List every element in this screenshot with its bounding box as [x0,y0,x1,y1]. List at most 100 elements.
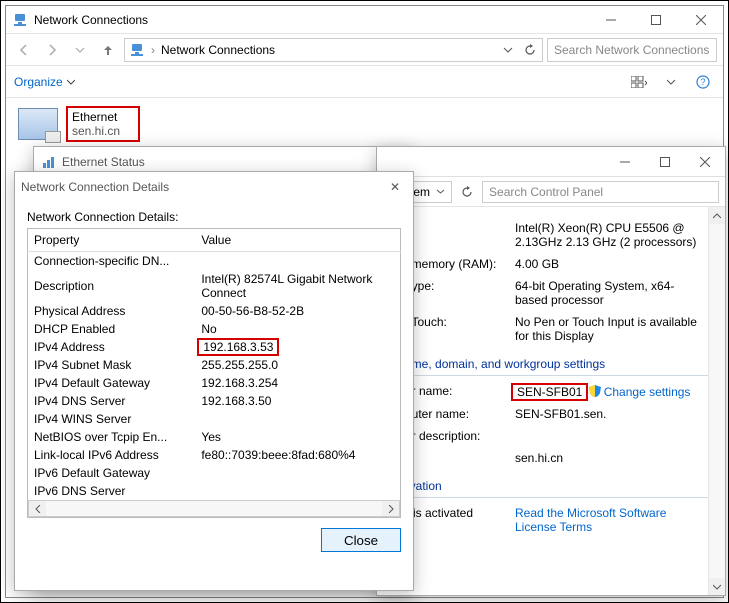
property-cell: Connection-specific DN... [28,252,196,271]
info-value: 4.00 GB [511,253,711,275]
value-cell: Yes [195,428,400,446]
value-cell: No [195,320,400,338]
value-cell: 192.168.3.254 [195,374,400,392]
value-cell [195,464,400,482]
command-bar: Organize ? [6,66,723,98]
sys-maximize-button[interactable] [645,148,685,176]
info-value: SEN-SFB01 Change settings [511,380,711,403]
property-cell: IPv4 WINS Server [28,410,196,428]
details-close-button[interactable]: Close [321,528,401,552]
details-row[interactable]: DHCP EnabledNo [28,320,401,338]
adapter-ethernet[interactable]: Ethernet sen.hi.cn [16,104,142,144]
details-window: Network Connection Details ✕ Network Con… [14,171,414,591]
property-cell: Physical Address [28,302,196,320]
value-cell: fe80::7039:beee:8fad:680%4 [195,446,400,464]
details-list-label: Network Connection Details: [27,210,401,224]
scroll-right[interactable] [382,501,399,516]
info-value: SEN-SFB01.sen. [511,403,711,425]
back-button[interactable] [12,38,36,62]
value-cell: 192.168.3.53 [195,338,400,356]
details-row[interactable]: IPv6 Default Gateway [28,464,401,482]
details-row[interactable]: IPv6 DNS Server [28,482,401,500]
recent-dropdown[interactable] [68,38,92,62]
adapter-domain: sen.hi.cn [72,124,120,138]
sys-refresh-button[interactable] [456,181,478,203]
activation-table: ws is activated Read the Microsoft Softw… [391,502,711,538]
minimize-button[interactable] [588,6,633,34]
info-value: 64-bit Operating System, x64-based proce… [511,275,711,311]
details-row[interactable]: Connection-specific DN... [28,252,401,271]
scroll-down[interactable] [709,578,725,595]
value-cell: 00-50-56-B8-52-2B [195,302,400,320]
system-info-table: sor:Intel(R) Xeon(R) CPU E5506 @ 2.13GHz… [391,217,711,347]
search-input[interactable]: Search Network Connections [547,38,717,62]
details-row[interactable]: Physical Address00-50-56-B8-52-2B [28,302,401,320]
network-icon [40,154,56,170]
value-cell [195,482,400,500]
window-title: Network Connections [34,13,588,27]
network-icon [129,42,145,58]
details-row[interactable]: DescriptionIntel(R) 82574L Gigabit Netwo… [28,270,401,302]
details-row[interactable]: IPv4 Address192.168.3.53 [28,338,401,356]
maximize-button[interactable] [633,6,678,34]
details-hscroll[interactable] [28,500,400,517]
refresh-button[interactable] [522,44,538,56]
group-activation: activation [391,469,711,498]
organize-button[interactable]: Organize [14,75,75,89]
info-value: No Pen or Touch Input is available for t… [511,311,711,347]
chevron-down-icon [67,78,75,86]
close-button[interactable] [678,6,723,34]
property-cell: IPv4 DNS Server [28,392,196,410]
sys-addr-dropdown[interactable] [436,185,445,199]
search-placeholder: Search Network Connections [554,43,709,57]
col-value[interactable]: Value [195,229,400,252]
forward-button[interactable] [40,38,64,62]
up-button[interactable] [96,38,120,62]
value-cell [195,410,400,428]
info-value [511,425,711,447]
adapter-name: Ethernet [72,110,120,124]
value-cell: 192.168.3.50 [195,392,400,410]
sys-scrollbar[interactable] [708,207,725,595]
change-settings-link[interactable]: Change settings [604,385,691,399]
view-options-button[interactable] [627,70,651,94]
details-row[interactable]: IPv4 DNS Server192.168.3.50 [28,392,401,410]
computer-name-table: uter name:SEN-SFB01 Change settingsmpute… [391,380,711,469]
help-button[interactable]: ? [691,70,715,94]
sys-minimize-button[interactable] [605,148,645,176]
property-cell: IPv6 Default Gateway [28,464,196,482]
details-row[interactable]: IPv4 WINS Server [28,410,401,428]
value-cell [195,252,400,271]
address-text: Network Connections [161,43,275,57]
scroll-up[interactable] [709,207,725,224]
explorer-nav: › Network Connections Search Network Con… [6,34,723,66]
value-cell: Intel(R) 82574L Gigabit Network Connect [195,270,400,302]
details-close-x[interactable]: ✕ [383,180,407,194]
details-row[interactable]: IPv4 Subnet Mask255.255.255.0 [28,356,401,374]
preview-pane-split[interactable] [659,70,683,94]
property-cell: DHCP Enabled [28,320,196,338]
details-title: Network Connection Details [21,180,377,194]
scroll-left[interactable] [29,501,46,516]
details-row[interactable]: NetBIOS over Tcpip En...Yes [28,428,401,446]
sys-close-button[interactable] [685,148,725,176]
svg-text:?: ? [700,77,705,87]
sys-search-input[interactable]: Search Control Panel [482,181,719,203]
details-row[interactable]: IPv4 Default Gateway192.168.3.254 [28,374,401,392]
property-cell: IPv4 Subnet Mask [28,356,196,374]
network-icon [12,12,28,28]
adapters-pane: Ethernet sen.hi.cn [6,98,723,150]
col-property[interactable]: Property [28,229,196,252]
license-terms-link[interactable]: Read the Microsoft Software License Term… [515,506,666,534]
info-value: sen.hi.cn [511,447,711,469]
property-cell: IPv4 Address [28,338,196,356]
status-title: Ethernet Status [62,155,376,169]
system-window: System Search Control Panel sor:Intel(R)… [376,146,726,596]
property-cell: Description [28,270,196,302]
details-table: Property Value Connection-specific DN...… [27,228,401,518]
address-dropdown[interactable] [500,45,516,55]
details-row[interactable]: Link-local IPv6 Addressfe80::7039:beee:8… [28,446,401,464]
shield-icon [588,384,602,398]
address-bar[interactable]: › Network Connections [124,38,543,62]
explorer-titlebar: Network Connections [6,6,723,34]
